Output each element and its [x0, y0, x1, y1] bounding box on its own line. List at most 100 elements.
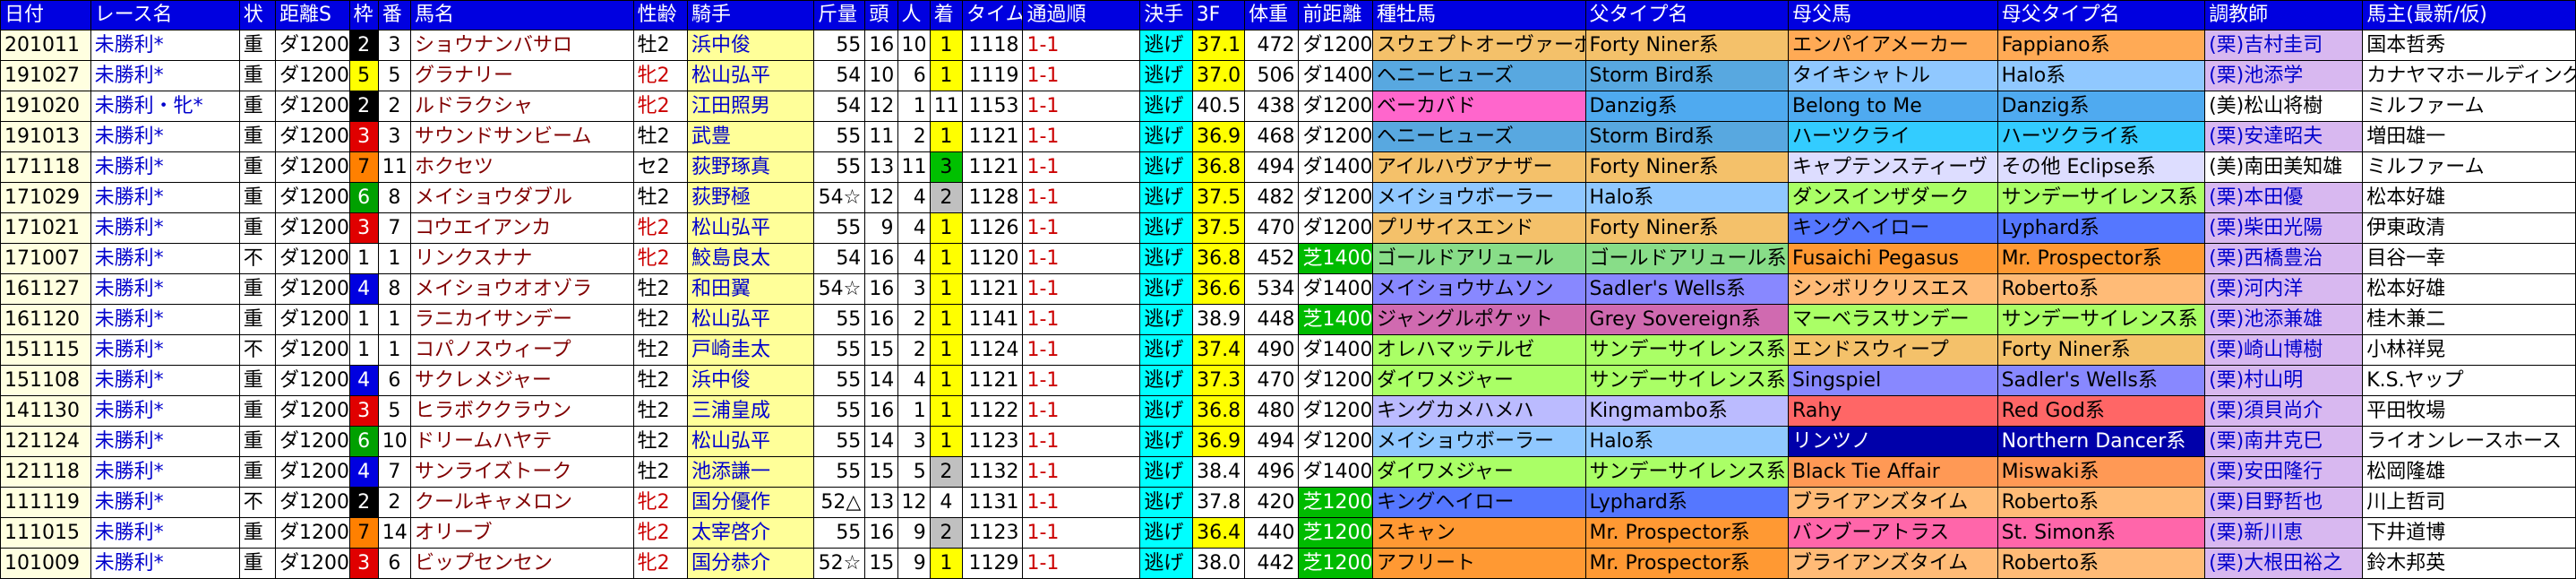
horse-name-cell[interactable]: ビップセンセン [409, 548, 634, 579]
race-name-cell[interactable]: 未勝利・牝* [90, 91, 240, 122]
column-header-weight[interactable]: 斤量 [812, 0, 866, 30]
horse-name-cell[interactable]: メイショウオオゾラ [409, 273, 634, 305]
column-header-owner[interactable]: 馬主(最新/仮) [2362, 0, 2576, 30]
table-row[interactable]: 191027 未勝利* 重ダ1200 5 5 グラナリー 牝2 松山弘平 54 10 6 1 1119 1… [0, 60, 2576, 91]
finish-cell: 2 [929, 456, 964, 488]
table-row[interactable]: 171029 未勝利* 重ダ1200 6 8 メイショウダブル 牡2 荻野極 54☆ 12 4 2 11… [0, 182, 2576, 213]
column-header-jockey[interactable]: 騎手 [687, 0, 814, 30]
sex-age-cell: 牡2 [632, 456, 689, 488]
table-header-row: 日付 レース名状距離S 枠番馬名 性齢 騎手 斤量頭人着タイム 通過順 決手 3F 体重 前距離 種牡… [0, 0, 2576, 30]
column-header-time[interactable]: タイム [962, 0, 1024, 30]
table-row[interactable]: 101009 未勝利* 重ダ1200 3 6 ビップセンセン 牝2 国分恭介 52☆ 15 9 1 11… [0, 548, 2576, 579]
prev-distance-cell: ダ1200 [1298, 365, 1373, 396]
table-row[interactable]: 171021 未勝利* 重ダ1200 3 7 コウエイアンカ 牝2 松山弘平 55 9 4 1 1126… [0, 212, 2576, 244]
horse-name-cell[interactable]: オリーブ [409, 517, 634, 549]
distance-cell: ダ1200 [275, 243, 350, 274]
horse-name-cell[interactable]: ショウナンバサロ [409, 30, 634, 61]
column-header-running-style[interactable]: 決手 [1139, 0, 1193, 30]
race-name-cell[interactable]: 未勝利* [90, 212, 240, 244]
table-row[interactable]: 161120 未勝利* 重ダ1200 1 1 ラニカイサンデー 牡2 松山弘平 55 16 2 1 11… [0, 304, 2576, 335]
popularity-cell: 4 [897, 365, 931, 396]
column-header-trainer[interactable]: 調教師 [2204, 0, 2364, 30]
sire-type-cell: Lyphard系 [1584, 487, 1790, 518]
column-header-date[interactable]: 日付 [0, 0, 91, 30]
weight-cell: 52☆ [812, 548, 866, 579]
race-name-cell[interactable]: 未勝利* [90, 182, 240, 213]
horse-name-cell[interactable]: ドリームハヤテ [409, 426, 634, 457]
table-row[interactable]: 151108 未勝利* 重ダ1200 4 6 サクレメジャー 牡2 浜中俊 55 14 4 1 1121… [0, 365, 2576, 396]
dam-sire-type-cell: Halo系 [1996, 60, 2206, 91]
column-header-last-3f[interactable]: 3F [1191, 0, 1246, 30]
column-header-track-condition[interactable]: 状 [238, 0, 277, 30]
race-name-cell[interactable]: 未勝利* [90, 334, 240, 366]
table-row[interactable]: 191020 未勝利・牝* 重ダ1200 2 2 ルドラクシャ 牝2 江田照男 54 12 1 11 1… [0, 91, 2576, 122]
column-header-horse-name[interactable]: 馬名 [409, 0, 634, 30]
column-header-dam-sire[interactable]: 母父馬 [1788, 0, 1998, 30]
column-header-distance[interactable]: 距離S [275, 0, 350, 30]
race-name-cell[interactable]: 未勝利* [90, 304, 240, 335]
column-header-frame[interactable]: 枠 [348, 0, 379, 30]
horse-name-cell[interactable]: ルドラクシャ [409, 91, 634, 122]
number-cell: 2 [377, 487, 411, 518]
column-header-dam-sire-type[interactable]: 母父タイプ名 [1996, 0, 2206, 30]
table-row[interactable]: 201011 未勝利* 重ダ1200 2 3 ショウナンバサロ 牡2 浜中俊 55 16 10 1 11… [0, 30, 2576, 61]
dam-sire-cell: Black Tie Affair [1788, 456, 1998, 488]
horse-name-cell[interactable]: ヒラボククラウン [409, 395, 634, 427]
table-row[interactable]: 121124 未勝利* 重ダ1200 6 10 ドリームハヤテ 牡2 松山弘平 55 14 3 1 11… [0, 426, 2576, 457]
distance-cell: ダ1200 [275, 487, 350, 518]
table-row[interactable]: 111015 未勝利* 重ダ1200 7 14 オリーブ 牝2 太宰啓介 55 16 9 2 1123 1… [0, 517, 2576, 549]
column-header-popularity[interactable]: 人 [897, 0, 931, 30]
horse-name-cell[interactable]: サウンドサンビーム [409, 121, 634, 152]
table-row[interactable]: 111119 未勝利* 不ダ1200 2 2 クールキャメロン 牝2 国分優作 52△ 13 12 4… [0, 487, 2576, 518]
horse-name-cell[interactable]: メイショウダブル [409, 182, 634, 213]
table-row[interactable]: 171007 未勝利* 不ダ1200 1 1 リンクスナナ 牝2 鮫島良太 54 16 4 1 1120… [0, 243, 2576, 274]
horse-name-cell[interactable]: リンクスナナ [409, 243, 634, 274]
horse-name-cell[interactable]: コウエイアンカ [409, 212, 634, 244]
race-name-cell[interactable]: 未勝利* [90, 151, 240, 183]
table-row[interactable]: 191013 未勝利* 重ダ1200 3 3 サウンドサンビーム 牡2 武豊 55 11 2 1 112… [0, 121, 2576, 152]
race-name-cell[interactable]: 未勝利* [90, 60, 240, 91]
column-header-body-weight[interactable]: 体重 [1244, 0, 1300, 30]
column-header-sire[interactable]: 種牡馬 [1371, 0, 1586, 30]
horse-name-cell[interactable]: サンライズトーク [409, 456, 634, 488]
horse-name-cell[interactable]: グラナリー [409, 60, 634, 91]
table-row[interactable]: 171118 未勝利* 重ダ1200 7 11 ホクセツ セ2 荻野琢真 55 13 11 3 1121… [0, 151, 2576, 183]
race-name-cell[interactable]: 未勝利* [90, 365, 240, 396]
race-name-cell[interactable]: 未勝利* [90, 395, 240, 427]
time-cell: 1123 [962, 426, 1024, 457]
horse-name-cell[interactable]: クールキャメロン [409, 487, 634, 518]
column-header-passing-order[interactable]: 通過順 [1022, 0, 1141, 30]
jockey-cell: 池添謙一 [687, 456, 814, 488]
sire-cell: プリサイスエンド [1371, 212, 1586, 244]
race-name-cell[interactable]: 未勝利* [90, 30, 240, 61]
date-cell: 201011 [0, 30, 91, 61]
column-header-sire-type[interactable]: 父タイプ名 [1584, 0, 1790, 30]
race-name-cell[interactable]: 未勝利* [90, 548, 240, 579]
race-name-cell[interactable]: 未勝利* [90, 273, 240, 305]
column-header-finish[interactable]: 着 [929, 0, 964, 30]
distance-cell: ダ1200 [275, 548, 350, 579]
horse-name-cell[interactable]: ホクセツ [409, 151, 634, 183]
race-name-cell[interactable]: 未勝利* [90, 426, 240, 457]
race-name-cell[interactable]: 未勝利* [90, 121, 240, 152]
horse-name-cell[interactable]: コパノスウィープ [409, 334, 634, 366]
table-row[interactable]: 161127 未勝利* 重ダ1200 4 8 メイショウオオゾラ 牡2 和田翼 54☆ 16 3 1 1… [0, 273, 2576, 305]
table-row[interactable]: 141130 未勝利* 重ダ1200 3 5 ヒラボククラウン 牡2 三浦皇成 55 16 1 1 11… [0, 395, 2576, 427]
body-weight-cell: 442 [1244, 548, 1300, 579]
race-name-cell[interactable]: 未勝利* [90, 487, 240, 518]
sire-cell: アイルハヴアナザー [1371, 151, 1586, 183]
race-name-cell[interactable]: 未勝利* [90, 456, 240, 488]
table-row[interactable]: 151115 未勝利* 不ダ1200 1 1 コパノスウィープ 牡2 戸崎圭太 55 15 2 1 11… [0, 334, 2576, 366]
column-header-sex-age[interactable]: 性齢 [632, 0, 689, 30]
column-header-field-size[interactable]: 頭 [864, 0, 898, 30]
column-header-prev-distance[interactable]: 前距離 [1298, 0, 1373, 30]
table-row[interactable]: 121118 未勝利* 重ダ1200 4 7 サンライズトーク 牡2 池添謙一 55 15 5 2 11… [0, 456, 2576, 488]
dam-sire-cell: Singspiel [1788, 365, 1998, 396]
column-header-race-name[interactable]: レース名 [90, 0, 240, 30]
race-name-cell[interactable]: 未勝利* [90, 517, 240, 549]
horse-name-cell[interactable]: サクレメジャー [409, 365, 634, 396]
race-name-cell[interactable]: 未勝利* [90, 243, 240, 274]
column-header-number[interactable]: 番 [377, 0, 411, 30]
passing-order-cell: 1-1 [1022, 548, 1141, 579]
horse-name-cell[interactable]: ラニカイサンデー [409, 304, 634, 335]
